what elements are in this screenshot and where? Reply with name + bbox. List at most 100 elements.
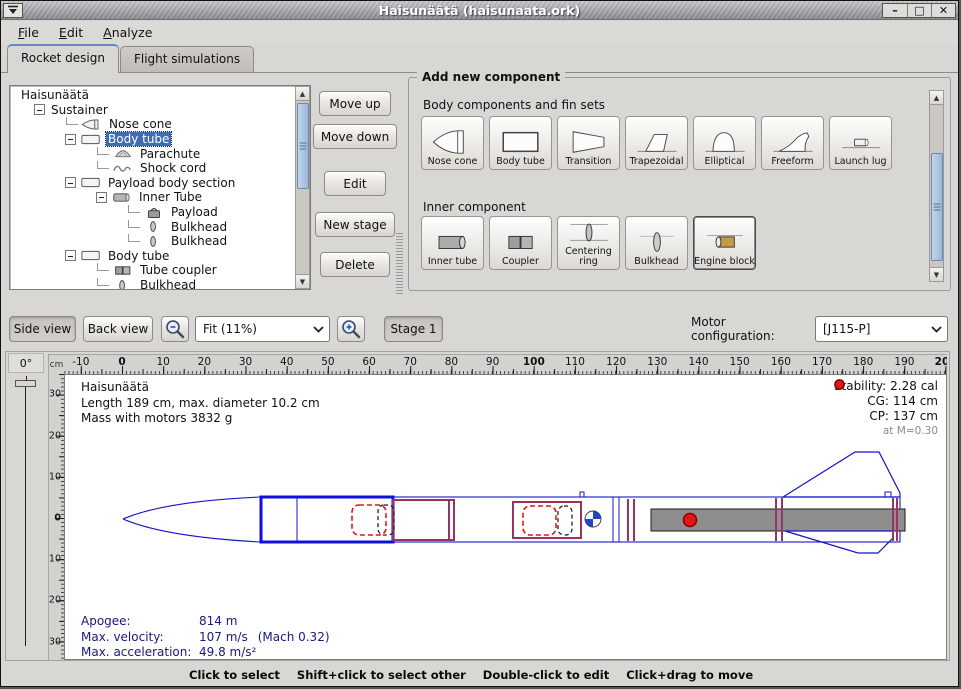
rotation-slider[interactable] (8, 376, 44, 654)
status-hint: Click to select (189, 668, 280, 682)
component-button-nose-cone[interactable]: Nose cone (421, 116, 484, 170)
zoom-level-select[interactable]: Fit (11%) (195, 316, 330, 342)
tab-rocket-design[interactable]: Rocket design (7, 44, 119, 73)
max-acceleration-label: Max. acceleration: (81, 645, 199, 661)
menubar: FileEditAnalyze (1, 21, 958, 44)
component-button-engine-block[interactable]: Engine block (693, 216, 756, 270)
component-button-body-tube[interactable]: Body tube (489, 116, 552, 170)
tree-item-bulkhead[interactable]: Bulkhead (11, 234, 294, 249)
tree-item-sustainer[interactable]: Sustainer (11, 103, 294, 118)
max-velocity-value: 107 m/s (199, 630, 248, 646)
tree-item-tube-coupler[interactable]: Tube coupler (11, 263, 294, 278)
scroll-down-icon[interactable]: ▼ (296, 274, 309, 288)
component-button-trapezoidal[interactable]: Trapezoidal (625, 116, 688, 170)
palette-scrollbar[interactable]: ▲ ▼ (929, 90, 944, 282)
expander-icon[interactable] (96, 192, 107, 203)
menu-analyze[interactable]: Analyze (94, 22, 161, 43)
ruler-label: 10 (156, 356, 169, 368)
tab-flight-simulations[interactable]: Flight simulations (120, 46, 254, 72)
app-window: Haisunäätä (haisunaata.ork) – □ ✕ FileEd… (0, 0, 959, 687)
zoom-out-button[interactable] (161, 316, 189, 342)
tree-item-body-tube[interactable]: Body tube (11, 249, 294, 264)
menu-edit[interactable]: Edit (50, 22, 92, 43)
zoom-in-button[interactable] (337, 316, 365, 342)
component-tree-panel: HaisunäätäSustainerNose coneBody tubePar… (9, 85, 311, 290)
component-button-label: Body tube (496, 157, 545, 167)
apogee-value: 814 m (199, 614, 237, 630)
palette-scrollbar-thumb[interactable] (931, 153, 943, 261)
ruler-label: 30 (239, 356, 252, 368)
tree-item-nose-cone[interactable]: Nose cone (11, 117, 294, 132)
ruler-label: 140 (688, 356, 708, 368)
tree-item-inner-tube[interactable]: Inner Tube (11, 190, 294, 205)
side-view-button[interactable]: Side view (9, 316, 76, 342)
expander-icon[interactable] (65, 134, 76, 145)
new-stage-button[interactable]: New stage (315, 212, 395, 237)
scroll-up-icon[interactable]: ▲ (296, 87, 309, 101)
component-button-coupler[interactable]: Coupler (489, 216, 552, 270)
cp-label: CP: (869, 409, 889, 424)
fin-upper (783, 452, 900, 497)
component-button-bulkhead[interactable]: Bulkhead (625, 216, 688, 270)
component-button-freeform[interactable]: Freeform (761, 116, 824, 170)
tree-connector (66, 117, 78, 125)
move-down-button[interactable]: Move down (313, 124, 397, 149)
chevron-down-icon (925, 326, 947, 333)
window-menu-icon (7, 5, 19, 15)
tree-item-payload[interactable]: Payload (11, 205, 294, 220)
tree-item-shock-cord[interactable]: Shock cord (11, 161, 294, 176)
close-button[interactable]: ✕ (931, 4, 955, 17)
expander-icon[interactable] (65, 250, 76, 261)
vertical-ruler: -30-20-100102030 (48, 374, 64, 660)
tree-item-haisunäätä[interactable]: Haisunäätä (11, 88, 294, 103)
titlebar[interactable]: Haisunäätä (haisunaata.ork) – □ ✕ (1, 1, 958, 20)
tree-scrollbar-thumb[interactable] (297, 103, 309, 189)
rotation-slider-track (25, 386, 26, 646)
rotation-slider-handle[interactable] (15, 380, 36, 387)
component-button-label: Transition (566, 157, 612, 167)
tree-item-label: Body tube (106, 132, 171, 146)
apogee-label: Apogee: (81, 614, 199, 630)
expander-icon[interactable] (65, 177, 76, 188)
splitter-handle[interactable] (396, 233, 403, 295)
component-button-transition[interactable]: Transition (557, 116, 620, 170)
expander-icon[interactable] (34, 104, 45, 115)
ruler-label: 180 (853, 356, 873, 368)
tree-scrollbar[interactable]: ▲ ▼ (295, 86, 310, 289)
tree-connector (97, 278, 109, 286)
rotation-angle-label: 0° (8, 353, 44, 373)
tube-coupler (393, 500, 454, 540)
scroll-down-icon[interactable]: ▼ (930, 267, 943, 281)
stage-1-toggle[interactable]: Stage 1 (384, 316, 443, 342)
component-button-launch-lug[interactable]: Launch lug (829, 116, 892, 170)
rocket-canvas[interactable]: Haisunäätä Length 189 cm, max. diameter … (64, 374, 947, 660)
cg-value: 114 cm (893, 394, 938, 409)
minimize-button[interactable]: – (883, 4, 907, 17)
component-button-elliptical[interactable]: Elliptical (693, 116, 756, 170)
component-button-inner-tube[interactable]: Inner tube (421, 216, 484, 270)
menu-file[interactable]: File (9, 22, 48, 43)
component-button-label: Freeform (771, 157, 813, 167)
back-view-button[interactable]: Back view (83, 316, 153, 342)
rocket-dimensions: Length 189 cm, max. diameter 10.2 cm (81, 396, 320, 412)
ruler-label: 50 (321, 356, 334, 368)
scroll-up-icon[interactable]: ▲ (930, 91, 943, 105)
window-menu-button[interactable] (3, 3, 23, 18)
maximize-button[interactable]: □ (907, 4, 931, 17)
move-up-button[interactable]: Move up (319, 91, 391, 116)
motor-configuration-select[interactable]: [J115-P] (815, 316, 948, 342)
tree-connector (97, 147, 109, 155)
edit-button[interactable]: Edit (324, 171, 386, 196)
tree-item-bulkhead[interactable]: Bulkhead (11, 219, 294, 234)
tree-connector (128, 234, 140, 242)
tree-item-payload-body-section[interactable]: Payload body section (11, 176, 294, 191)
component-button-centering-ring[interactable]: Centering ring (557, 216, 620, 270)
engineblock-icon (702, 228, 748, 256)
ruler-label: 100 (523, 356, 545, 368)
tree-item-bulkhead[interactable]: Bulkhead (11, 278, 294, 289)
tree-item-body-tube[interactable]: Body tube (11, 132, 294, 147)
tree-item-parachute[interactable]: Parachute (11, 146, 294, 161)
delete-button[interactable]: Delete (320, 252, 390, 277)
section-label-body-components-and-fin-sets: Body components and fin sets (423, 98, 605, 112)
ruler-label: -30 (48, 389, 61, 400)
